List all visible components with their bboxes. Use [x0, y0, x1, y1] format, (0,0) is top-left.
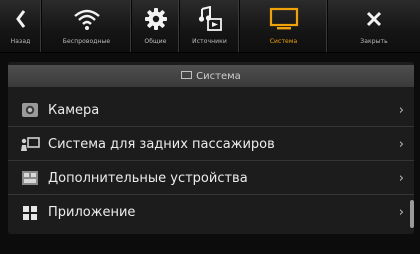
rear-entertainment-icon [20, 136, 40, 152]
camera-icon [20, 102, 40, 118]
tab-system[interactable]: Система [240, 0, 328, 52]
apps-grid-icon [20, 205, 40, 221]
tab-wireless[interactable]: Беспроводные [42, 0, 132, 52]
devices-icon [20, 170, 40, 186]
back-button[interactable]: Назад [0, 0, 42, 52]
wifi-icon [72, 6, 102, 32]
scrollbar-thumb[interactable] [410, 200, 414, 228]
list-item-label: Камера [48, 102, 100, 118]
panel-title: Система [196, 70, 241, 82]
chevron-right-icon: › [398, 205, 404, 220]
list-item-application[interactable]: Приложение › [8, 196, 414, 229]
wireless-label: Беспроводные [62, 38, 111, 45]
list-item-label: Дополнительные устройства [48, 170, 248, 186]
chevron-right-icon: › [398, 171, 404, 186]
music-source-icon [197, 6, 223, 32]
list-item-additional-devices[interactable]: Дополнительные устройства › [8, 162, 414, 195]
sources-label: Источники [192, 38, 227, 45]
chevron-left-icon [14, 6, 28, 32]
top-nav-bar: Назад Беспроводные Общие Источники Систе… [0, 0, 420, 53]
scrollbar[interactable] [410, 92, 414, 232]
panel-header: Система [8, 65, 414, 87]
system-tab-label: Система [269, 38, 298, 45]
close-button[interactable]: Закрыть [328, 0, 420, 52]
close-icon [365, 6, 383, 32]
list-item-label: Приложение [48, 205, 136, 220]
monitor-icon [269, 6, 299, 32]
back-label: Назад [10, 38, 31, 45]
system-menu-panel: Система Камера › Система для задних пасс… [8, 62, 414, 234]
tab-general[interactable]: Общие [132, 0, 180, 52]
list-item-label: Система для задних пассажиров [48, 136, 275, 152]
monitor-icon [181, 71, 193, 79]
general-label: Общие [144, 38, 167, 45]
list-item-rear-entertainment[interactable]: Система для задних пассажиров › [8, 128, 414, 161]
chevron-right-icon: › [398, 103, 404, 118]
gear-icon [144, 6, 168, 32]
close-label: Закрыть [360, 38, 388, 45]
list-item-camera[interactable]: Камера › [8, 94, 414, 127]
chevron-right-icon: › [398, 137, 404, 152]
tab-sources[interactable]: Источники [180, 0, 240, 52]
